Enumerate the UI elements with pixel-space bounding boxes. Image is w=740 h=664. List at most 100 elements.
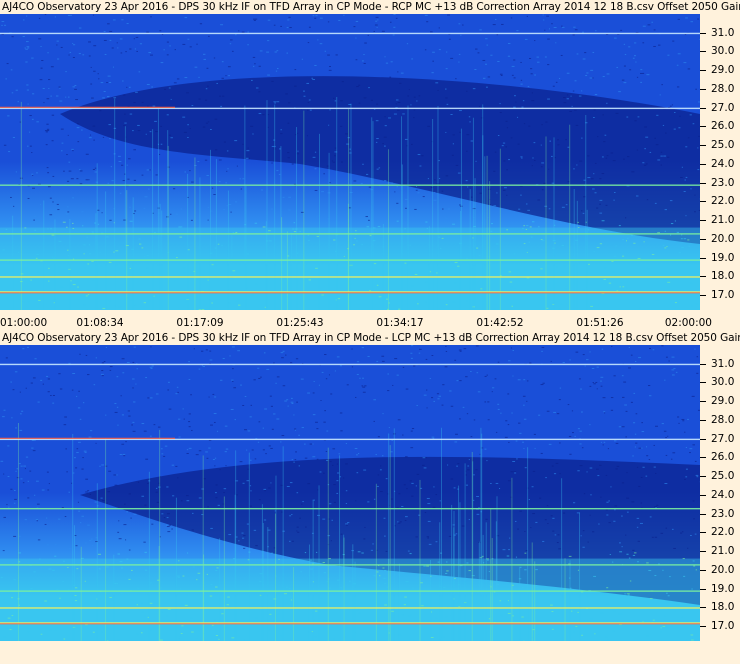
noise-speckle: [621, 546, 623, 548]
noise-speckle: [662, 244, 665, 246]
noise-speckle: [119, 561, 123, 563]
noise-speckle: [546, 286, 548, 288]
noise-speckle: [88, 137, 92, 139]
noise-speckle: [690, 188, 692, 190]
vertical-streak: [105, 438, 107, 641]
noise-speckle: [458, 23, 461, 25]
vertical-streak: [95, 213, 97, 310]
noise-speckle: [280, 441, 282, 443]
noise-speckle: [33, 571, 36, 573]
noise-speckle: [148, 52, 152, 54]
noise-speckle: [531, 219, 533, 221]
y-tick-label: 25.0: [711, 470, 735, 483]
noise-speckle: [265, 453, 267, 455]
noise-speckle: [677, 53, 681, 55]
noise-speckle: [150, 629, 152, 631]
noise-speckle: [46, 375, 49, 377]
noise-speckle: [424, 49, 427, 51]
noise-speckle: [514, 472, 517, 474]
noise-speckle: [166, 114, 169, 116]
noise-speckle: [507, 55, 511, 57]
noise-speckle: [171, 464, 175, 466]
noise-speckle: [384, 56, 386, 58]
noise-speckle: [322, 562, 325, 564]
noise-speckle: [541, 350, 543, 352]
noise-speckle: [147, 482, 149, 484]
noise-speckle: [141, 174, 144, 176]
noise-speckle: [396, 374, 399, 376]
x-tick-label: 01:25:43: [276, 317, 324, 329]
noise-speckle: [7, 617, 11, 619]
noise-speckle: [119, 38, 123, 40]
noise-speckle: [33, 219, 35, 221]
noise-speckle: [168, 524, 171, 526]
noise-speckle: [333, 239, 336, 241]
vertical-streak: [499, 148, 501, 310]
noise-speckle: [336, 492, 339, 494]
noise-speckle: [312, 15, 315, 17]
noise-speckle: [116, 264, 118, 266]
noise-speckle: [633, 422, 636, 424]
noise-speckle: [42, 383, 45, 385]
noise-speckle: [600, 385, 603, 387]
noise-speckle: [581, 210, 583, 212]
noise-speckle: [181, 226, 183, 228]
noise-speckle: [523, 225, 526, 227]
noise-speckle: [549, 140, 552, 142]
noise-speckle: [662, 625, 666, 627]
noise-speckle: [341, 161, 343, 163]
noise-speckle: [467, 469, 470, 471]
noise-speckle: [197, 572, 201, 574]
noise-speckle: [386, 256, 389, 258]
noise-speckle: [486, 460, 488, 462]
noise-speckle: [218, 181, 221, 183]
noise-speckle: [7, 115, 10, 117]
noise-speckle: [649, 348, 652, 350]
noise-speckle: [603, 141, 606, 143]
noise-speckle: [590, 494, 592, 496]
noise-speckle: [44, 14, 47, 16]
noise-speckle: [462, 24, 464, 26]
noise-speckle: [590, 69, 594, 71]
noise-speckle: [673, 368, 676, 370]
noise-speckle: [194, 66, 198, 68]
noise-speckle: [673, 547, 676, 549]
noise-speckle: [516, 30, 519, 32]
noise-speckle: [118, 160, 122, 162]
noise-speckle: [5, 228, 8, 230]
noise-speckle: [121, 294, 125, 296]
noise-speckle: [166, 41, 169, 43]
noise-speckle: [78, 510, 81, 512]
noise-speckle: [666, 156, 670, 158]
noise-speckle: [690, 21, 694, 23]
noise-speckle: [120, 52, 123, 54]
noise-speckle: [529, 57, 532, 59]
noise-speckle: [16, 468, 19, 470]
noise-speckle: [332, 464, 334, 466]
noise-speckle: [47, 489, 50, 491]
noise-speckle: [276, 170, 279, 172]
noise-speckle: [425, 358, 428, 360]
noise-speckle: [551, 610, 554, 612]
noise-speckle: [506, 555, 510, 557]
noise-speckle: [216, 430, 219, 432]
noise-speckle: [603, 441, 606, 443]
noise-speckle: [618, 426, 622, 428]
noise-speckle: [613, 440, 617, 442]
noise-speckle: [306, 82, 310, 84]
noise-speckle: [258, 377, 261, 379]
noise-speckle: [163, 455, 166, 457]
noise-speckle: [277, 613, 280, 615]
noise-speckle: [424, 301, 427, 303]
noise-speckle: [522, 227, 524, 229]
noise-speckle: [81, 468, 84, 470]
noise-speckle: [128, 549, 131, 551]
noise-speckle: [388, 117, 391, 119]
noise-speckle: [604, 267, 607, 269]
noise-speckle: [526, 400, 528, 402]
noise-speckle: [243, 547, 246, 549]
vertical-streak: [159, 429, 161, 641]
noise-speckle: [138, 71, 141, 73]
noise-speckle: [91, 97, 94, 99]
noise-speckle: [691, 305, 694, 307]
